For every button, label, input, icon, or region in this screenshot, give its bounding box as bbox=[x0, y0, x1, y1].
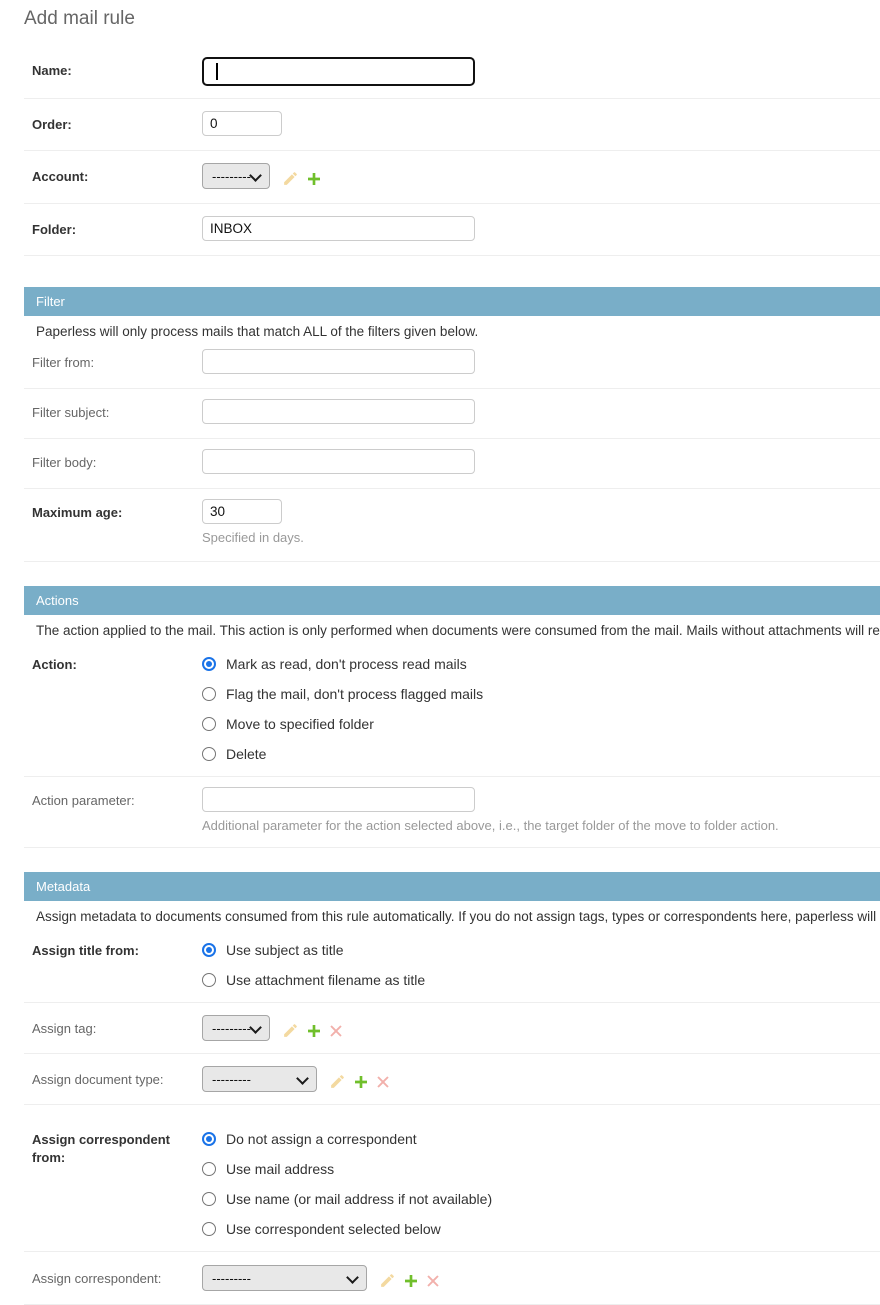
radio-option-use-attachment-filename[interactable]: Use attachment filename as title bbox=[202, 972, 425, 988]
delete-icon[interactable] bbox=[329, 1024, 343, 1038]
assign-correspondent-from-row: Assign correspondent from: Do not assign… bbox=[24, 1105, 880, 1252]
action-parameter-help: Additional parameter for the action sele… bbox=[202, 818, 779, 833]
edit-icon[interactable] bbox=[379, 1272, 396, 1289]
radio-option-no-correspondent[interactable]: Do not assign a correspondent bbox=[202, 1131, 492, 1147]
text-caret bbox=[216, 63, 218, 80]
edit-icon[interactable] bbox=[329, 1073, 346, 1090]
filter-subject-row: Filter subject: bbox=[24, 389, 880, 439]
folder-label: Folder: bbox=[32, 216, 202, 239]
general-fieldset: Name: Order: 0 Account: --------- bbox=[24, 47, 880, 256]
chevron-down-icon bbox=[249, 169, 262, 182]
section-header-actions: Actions bbox=[24, 586, 880, 615]
assign-correspondent-from-radio-group: Do not assign a correspondent Use mail a… bbox=[202, 1131, 492, 1251]
folder-row: Folder: INBOX bbox=[24, 204, 880, 256]
radio-selected-icon[interactable] bbox=[202, 1132, 216, 1146]
add-icon[interactable] bbox=[306, 1023, 322, 1039]
radio-icon[interactable] bbox=[202, 1222, 216, 1236]
action-parameter-label: Action parameter: bbox=[32, 787, 202, 810]
action-label: Action: bbox=[32, 656, 202, 674]
radio-option-use-name[interactable]: Use name (or mail address if not availab… bbox=[202, 1191, 492, 1207]
maximum-age-help: Specified in days. bbox=[202, 530, 304, 545]
folder-input[interactable]: INBOX bbox=[202, 216, 475, 241]
assign-document-type-select[interactable]: --------- bbox=[202, 1066, 317, 1092]
delete-icon[interactable] bbox=[376, 1075, 390, 1089]
action-radio-group: Mark as read, don't process read mails F… bbox=[202, 656, 483, 776]
radio-icon[interactable] bbox=[202, 1162, 216, 1176]
radio-icon[interactable] bbox=[202, 687, 216, 701]
assign-document-type-label: Assign document type: bbox=[32, 1066, 202, 1089]
chevron-down-icon bbox=[249, 1021, 262, 1034]
assign-document-type-row: Assign document type: --------- bbox=[24, 1054, 880, 1105]
assign-tag-select[interactable]: --------- bbox=[202, 1015, 270, 1041]
filter-subject-input[interactable] bbox=[202, 399, 475, 424]
add-icon[interactable] bbox=[353, 1074, 369, 1090]
action-parameter-input[interactable] bbox=[202, 787, 475, 812]
radio-option-use-mail-address[interactable]: Use mail address bbox=[202, 1161, 492, 1177]
section-header-filter: Filter bbox=[24, 287, 880, 316]
filter-from-label: Filter from: bbox=[32, 349, 202, 372]
add-icon[interactable] bbox=[403, 1273, 419, 1289]
radio-option-move-folder[interactable]: Move to specified folder bbox=[202, 716, 483, 732]
radio-option-use-selected-below[interactable]: Use correspondent selected below bbox=[202, 1221, 492, 1237]
assign-title-from-row: Assign title from: Use subject as title … bbox=[24, 926, 880, 1003]
radio-icon[interactable] bbox=[202, 973, 216, 987]
radio-option-use-subject[interactable]: Use subject as title bbox=[202, 942, 425, 958]
filter-section: Filter Paperless will only process mails… bbox=[24, 287, 880, 562]
assign-tag-label: Assign tag: bbox=[32, 1015, 202, 1038]
action-parameter-row: Action parameter: Additional parameter f… bbox=[24, 777, 880, 848]
filter-description: Paperless will only process mails that m… bbox=[36, 324, 880, 339]
account-label: Account: bbox=[32, 163, 202, 186]
radio-selected-icon[interactable] bbox=[202, 657, 216, 671]
actions-description: The action applied to the mail. This act… bbox=[36, 623, 880, 638]
edit-icon[interactable] bbox=[282, 170, 299, 187]
radio-icon[interactable] bbox=[202, 717, 216, 731]
page-title: Add mail rule bbox=[24, 6, 880, 32]
actions-section: Actions The action applied to the mail. … bbox=[24, 586, 880, 848]
order-label: Order: bbox=[32, 111, 202, 134]
assign-correspondent-row: Assign correspondent: --------- bbox=[24, 1252, 880, 1305]
maximum-age-row: Maximum age: 30 Specified in days. bbox=[24, 489, 880, 562]
account-row: Account: --------- bbox=[24, 151, 880, 204]
radio-option-delete[interactable]: Delete bbox=[202, 746, 483, 762]
chevron-down-icon bbox=[346, 1271, 359, 1284]
account-select[interactable]: --------- bbox=[202, 163, 270, 189]
radio-icon[interactable] bbox=[202, 747, 216, 761]
name-label: Name: bbox=[32, 57, 202, 80]
name-input[interactable] bbox=[202, 57, 475, 86]
filter-body-label: Filter body: bbox=[32, 449, 202, 472]
filter-subject-label: Filter subject: bbox=[32, 399, 202, 422]
assign-correspondent-from-label: Assign correspondent from: bbox=[32, 1131, 202, 1167]
assign-correspondent-label: Assign correspondent: bbox=[32, 1265, 202, 1288]
filter-body-row: Filter body: bbox=[24, 439, 880, 489]
order-row: Order: 0 bbox=[24, 99, 880, 151]
radio-option-mark-as-read[interactable]: Mark as read, don't process read mails bbox=[202, 656, 483, 672]
order-input[interactable]: 0 bbox=[202, 111, 282, 136]
name-row: Name: bbox=[24, 47, 880, 99]
radio-selected-icon[interactable] bbox=[202, 943, 216, 957]
add-icon[interactable] bbox=[306, 171, 322, 187]
radio-icon[interactable] bbox=[202, 1192, 216, 1206]
maximum-age-input[interactable]: 30 bbox=[202, 499, 282, 524]
chevron-down-icon bbox=[296, 1072, 309, 1085]
filter-from-row: Filter from: bbox=[24, 341, 880, 389]
assign-title-from-label: Assign title from: bbox=[32, 942, 202, 960]
filter-body-input[interactable] bbox=[202, 449, 475, 474]
edit-icon[interactable] bbox=[282, 1022, 299, 1039]
section-header-metadata: Metadata bbox=[24, 872, 880, 901]
maximum-age-label: Maximum age: bbox=[32, 499, 202, 522]
metadata-section: Metadata Assign metadata to documents co… bbox=[24, 872, 880, 1305]
radio-option-flag-mail[interactable]: Flag the mail, don't process flagged mai… bbox=[202, 686, 483, 702]
assign-tag-row: Assign tag: --------- bbox=[24, 1003, 880, 1054]
assign-correspondent-select[interactable]: --------- bbox=[202, 1265, 367, 1291]
assign-title-from-radio-group: Use subject as title Use attachment file… bbox=[202, 942, 425, 1002]
action-row: Action: Mark as read, don't process read… bbox=[24, 640, 880, 777]
metadata-description: Assign metadata to documents consumed fr… bbox=[36, 909, 880, 924]
filter-from-input[interactable] bbox=[202, 349, 475, 374]
delete-icon[interactable] bbox=[426, 1274, 440, 1288]
